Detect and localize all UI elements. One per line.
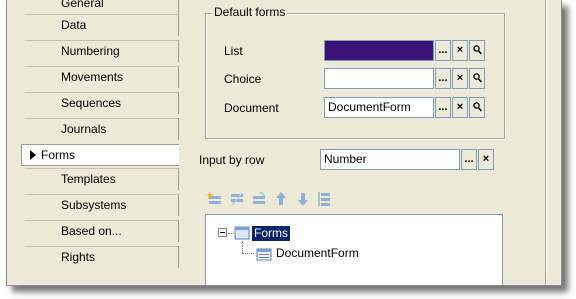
input-by-row-select-button[interactable]: ...	[461, 149, 477, 170]
edit-icon[interactable]	[251, 191, 267, 207]
move-down-icon[interactable]	[295, 191, 311, 207]
magnifier-icon	[472, 45, 482, 55]
default-forms-group: Default forms List ... × Choice ... × Do…	[205, 5, 505, 139]
group-title: Default forms	[212, 5, 288, 19]
selected-arrow-icon	[30, 150, 36, 160]
list-clear-button[interactable]: ×	[452, 40, 468, 61]
form-icon	[256, 246, 272, 262]
sidebar-item-sequences[interactable]: Sequences	[25, 92, 179, 114]
sidebar: General Data Numbering Movements Sequenc…	[21, 0, 179, 285]
document-label: Document	[224, 101, 279, 115]
sidebar-item-rights[interactable]: Rights	[25, 246, 179, 268]
document-field[interactable]: DocumentForm	[324, 97, 434, 118]
magnifier-icon	[472, 102, 482, 112]
choice-open-button[interactable]	[469, 68, 485, 89]
choice-field[interactable]	[324, 68, 434, 89]
input-by-row-field[interactable]: Number	[320, 149, 460, 170]
vertical-separator	[545, 0, 547, 285]
sidebar-item-subsystems[interactable]: Subsystems	[25, 194, 179, 216]
document-clear-button[interactable]: ×	[452, 97, 468, 118]
forms-tree[interactable]: Forms DocumentForm	[205, 214, 503, 285]
magnifier-icon	[472, 73, 482, 83]
list-field[interactable]	[324, 40, 434, 61]
tree-node-documentform[interactable]: DocumentForm	[274, 246, 361, 261]
move-up-icon[interactable]	[273, 191, 289, 207]
sidebar-item-numbering[interactable]: Numbering	[25, 40, 179, 62]
list-label: List	[224, 44, 243, 58]
sidebar-item-data[interactable]: Data	[25, 14, 179, 36]
dialog-frame: General Data Numbering Movements Sequenc…	[6, 0, 562, 286]
add-icon[interactable]	[206, 191, 223, 207]
sidebar-item-general[interactable]: General	[25, 0, 179, 14]
input-by-row-label: Input by row	[199, 153, 265, 167]
tree-connector	[242, 241, 243, 253]
copy-icon[interactable]	[229, 191, 245, 207]
collapse-icon[interactable]	[218, 228, 227, 237]
list-select-button[interactable]: ...	[435, 40, 451, 61]
choice-select-button[interactable]: ...	[435, 68, 451, 89]
sidebar-item-templates[interactable]: Templates	[25, 168, 179, 190]
sidebar-item-journals[interactable]: Journals	[25, 118, 179, 140]
folder-icon	[234, 225, 250, 241]
document-select-button[interactable]: ...	[435, 97, 451, 118]
sidebar-item-based-on[interactable]: Based on...	[25, 220, 179, 242]
sidebar-item-label: Forms	[41, 148, 75, 162]
sidebar-item-forms[interactable]: Forms	[21, 144, 179, 166]
input-by-row-clear-button[interactable]: ×	[478, 149, 494, 170]
sort-icon[interactable]	[317, 191, 333, 207]
tree-node-forms[interactable]: Forms	[252, 226, 290, 241]
choice-label: Choice	[224, 72, 262, 86]
document-open-button[interactable]	[469, 97, 485, 118]
choice-clear-button[interactable]: ×	[452, 68, 468, 89]
list-open-button[interactable]	[469, 40, 485, 61]
sidebar-item-movements[interactable]: Movements	[25, 66, 179, 88]
tree-connector	[242, 253, 254, 254]
